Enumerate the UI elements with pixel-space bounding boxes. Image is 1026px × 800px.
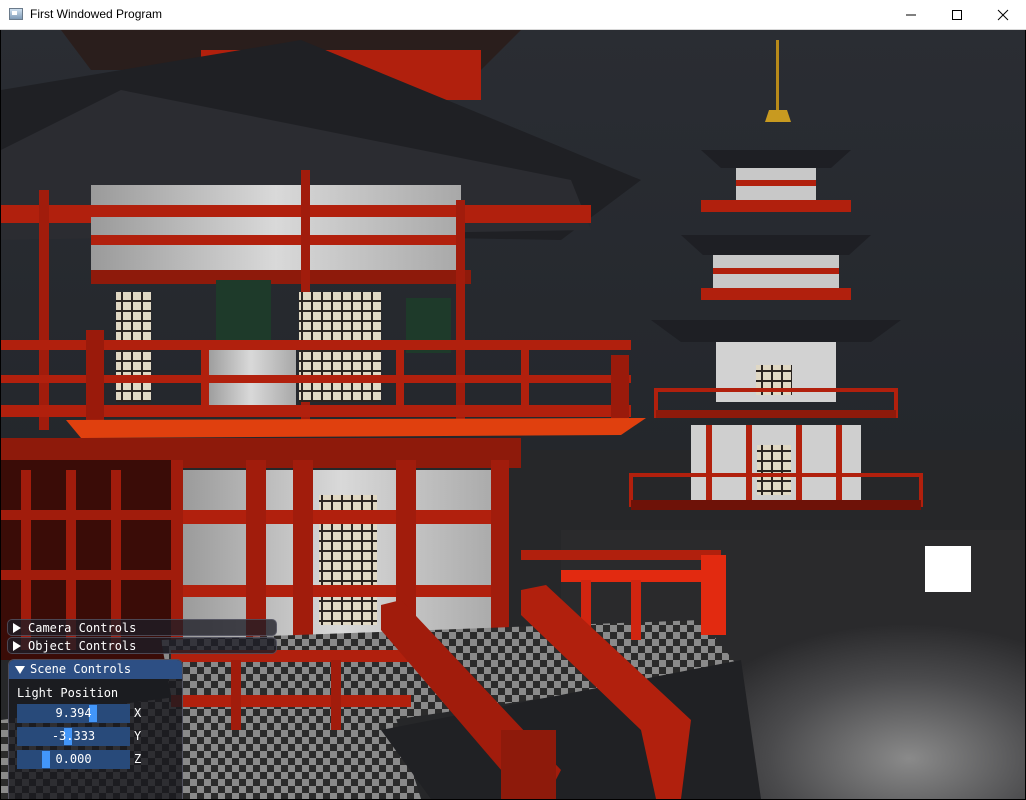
axis-x-label: X bbox=[134, 706, 142, 720]
axis-y-label: Y bbox=[134, 729, 142, 743]
window-title: First Windowed Program bbox=[30, 7, 163, 21]
object-controls-label: Object Controls bbox=[28, 639, 137, 653]
maximize-icon bbox=[952, 10, 962, 20]
app-window: First Windowed Program Camera Controls O… bbox=[0, 0, 1026, 800]
light-x-drag-field[interactable]: 9.394 bbox=[17, 704, 130, 723]
collapse-arrow-icon bbox=[13, 641, 21, 651]
background-pagoda bbox=[629, 40, 923, 510]
close-icon bbox=[997, 9, 1009, 21]
light-y-value: -3.333 bbox=[51, 729, 96, 743]
app-window-icon bbox=[9, 8, 23, 20]
scene-controls-label: Scene Controls bbox=[30, 662, 132, 676]
title-bar[interactable]: First Windowed Program bbox=[0, 0, 1026, 30]
close-button[interactable] bbox=[980, 0, 1026, 30]
light-x-value: 9.394 bbox=[55, 706, 92, 720]
render-viewport[interactable]: Camera Controls Object Controls Scene Co… bbox=[1, 30, 1025, 799]
camera-controls-label: Camera Controls bbox=[28, 621, 137, 635]
light-y-drag-field[interactable]: -3.333 bbox=[17, 727, 130, 746]
expand-arrow-icon bbox=[15, 666, 25, 674]
camera-controls-header[interactable]: Camera Controls bbox=[7, 619, 277, 636]
object-controls-header[interactable]: Object Controls bbox=[7, 637, 277, 654]
minimize-button[interactable] bbox=[888, 0, 934, 30]
axis-z-label: Z bbox=[134, 752, 142, 766]
light-z-drag-field[interactable]: 0.000 bbox=[17, 750, 130, 769]
collapse-arrow-icon bbox=[13, 623, 21, 633]
light-z-value: 0.000 bbox=[55, 752, 92, 766]
scene-controls-window: Scene Controls Light Position 9.394 X -3… bbox=[8, 659, 183, 799]
maximize-button[interactable] bbox=[934, 0, 980, 30]
minimize-icon bbox=[906, 14, 916, 16]
light-source-cube[interactable] bbox=[925, 546, 971, 592]
light-position-label: Light Position bbox=[17, 686, 119, 700]
scene-controls-header[interactable]: Scene Controls bbox=[9, 660, 182, 679]
